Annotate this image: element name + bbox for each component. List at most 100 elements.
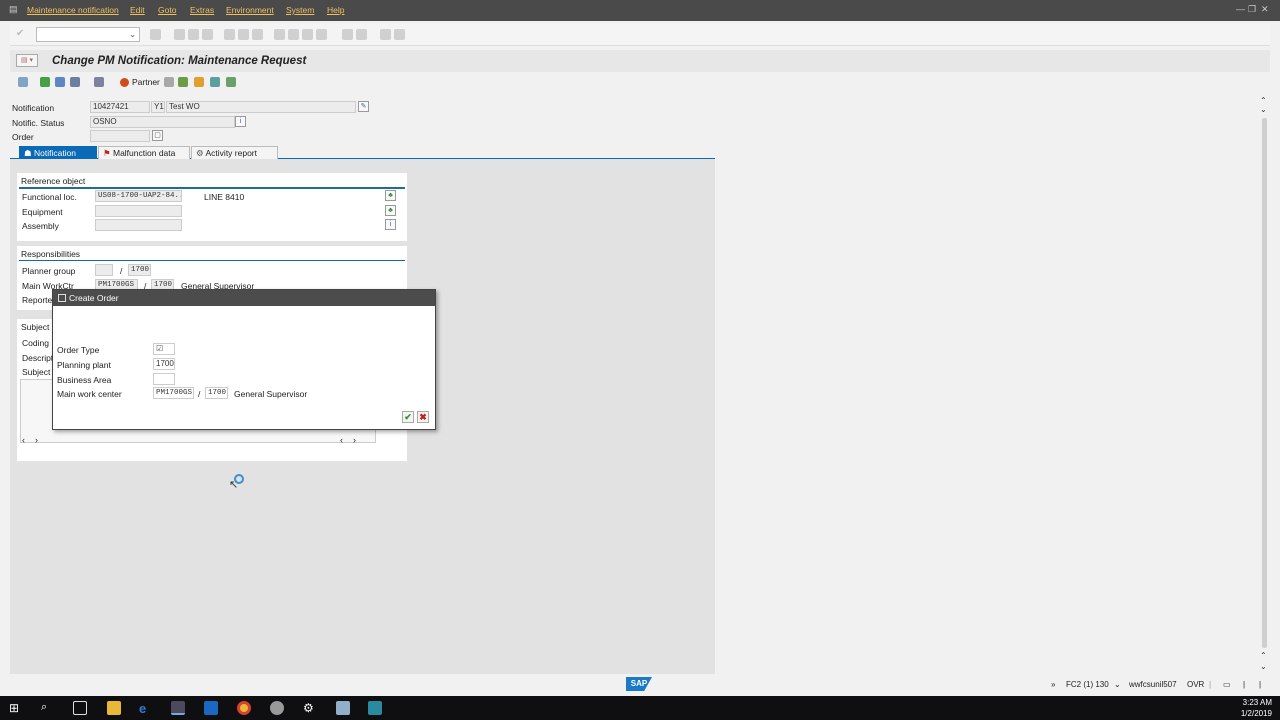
system-menu-icon[interactable]: ▤: [9, 4, 19, 14]
actions-icon[interactable]: [226, 77, 236, 87]
assembly-field[interactable]: [95, 219, 182, 231]
new-session-icon[interactable]: [342, 29, 353, 40]
tab-malfunction-data[interactable]: ⚑ Malfunction data: [98, 146, 190, 159]
document-icon[interactable]: [164, 77, 174, 87]
save-icon[interactable]: [150, 29, 161, 40]
reference-object-panel: Reference object Functional loc. US08-17…: [17, 173, 407, 241]
order-icon[interactable]: [178, 77, 188, 87]
vertical-scrollbar[interactable]: ⌃ ⌄ ⌃ ⌄: [1258, 96, 1270, 672]
notification-description-field[interactable]: Test WO: [166, 101, 356, 113]
tab-notification[interactable]: ☗ Notification: [19, 146, 97, 159]
refresh-icon[interactable]: [55, 77, 65, 87]
find-icon[interactable]: [238, 29, 249, 40]
find-next-icon[interactable]: [252, 29, 263, 40]
previous-page-icon[interactable]: [288, 29, 299, 40]
menu-maintenance-notification[interactable]: Maintenance notification: [27, 5, 119, 15]
notepad-icon[interactable]: [336, 701, 350, 715]
settings-gear-icon[interactable]: ⚙: [303, 701, 317, 715]
planning-plant-field[interactable]: 1700: [153, 358, 175, 370]
enter-icon[interactable]: ✔: [16, 28, 24, 39]
continue-button[interactable]: ✔: [402, 411, 414, 423]
shortcut-icon[interactable]: [356, 29, 367, 40]
structure-list-icon[interactable]: ♣: [385, 205, 396, 216]
business-area-field[interactable]: [153, 373, 175, 385]
menu-environment[interactable]: Environment: [226, 5, 274, 15]
edge-browser-icon[interactable]: e: [139, 701, 153, 716]
file-explorer-icon[interactable]: [107, 701, 121, 715]
display-icon[interactable]: [18, 77, 28, 87]
cancel-button[interactable]: ✖: [417, 411, 429, 423]
gui-options-icon[interactable]: ▤ ▾: [16, 54, 38, 67]
order-type-field[interactable]: ☑: [153, 343, 175, 355]
status-separator-icon: |: [1243, 680, 1246, 689]
app-icon[interactable]: [270, 701, 284, 715]
outlook-icon[interactable]: [204, 701, 218, 715]
maximize-icon[interactable]: ❐: [1248, 4, 1256, 15]
layout-menu-icon[interactable]: [394, 29, 405, 40]
menu-goto[interactable]: Goto: [158, 5, 176, 15]
menu-system[interactable]: System: [286, 5, 314, 15]
create-order-icon[interactable]: ▢: [152, 130, 163, 141]
search-icon[interactable]: ⌕: [41, 701, 55, 715]
expand-status-icon[interactable]: »: [1051, 680, 1055, 689]
scroll-up-icon[interactable]: ⌄: [1260, 105, 1267, 114]
lock-icon[interactable]: ▭: [1223, 680, 1231, 689]
print-icon[interactable]: [224, 29, 235, 40]
menu-help[interactable]: Help: [327, 5, 344, 15]
catalog-icon[interactable]: [94, 77, 104, 87]
chevron-down-icon[interactable]: ⌄: [129, 30, 136, 39]
tab-activity-report[interactable]: ⚙ Activity report: [191, 146, 278, 159]
back-icon[interactable]: [174, 29, 185, 40]
equipment-field[interactable]: [95, 205, 182, 217]
menu-extras[interactable]: Extras: [190, 5, 214, 15]
command-field[interactable]: ⌄: [36, 27, 140, 42]
sap-gui-icon[interactable]: [171, 701, 185, 715]
order-label: Order: [12, 132, 34, 142]
menu-edit[interactable]: Edit: [130, 5, 145, 15]
chevron-down-icon[interactable]: ⌄: [1114, 680, 1121, 689]
f4-help-icon[interactable]: ☑: [156, 344, 163, 353]
structure-icon[interactable]: [70, 77, 80, 87]
sun-icon[interactable]: [194, 77, 204, 87]
scroll-left-icon[interactable]: ‹: [340, 435, 343, 445]
dialog-title-bar[interactable]: Create Order: [53, 290, 435, 306]
scroll-up-icon[interactable]: ⌃: [1260, 651, 1267, 660]
dialog-title: Create Order: [69, 293, 119, 303]
scroll-right-icon[interactable]: ›: [353, 435, 356, 445]
order-field[interactable]: [90, 130, 150, 142]
taskbar-clock[interactable]: 3:23 AM 1/2/2019: [1241, 697, 1272, 719]
minimize-icon[interactable]: —: [1236, 4, 1245, 14]
title-bar: ▤ ▾ Change PM Notification: Maintenance …: [10, 50, 1270, 72]
info-icon[interactable]: i: [385, 219, 396, 230]
last-page-icon[interactable]: [316, 29, 327, 40]
close-icon[interactable]: ✕: [1261, 4, 1269, 15]
main-work-center-plant-field[interactable]: 1700: [205, 387, 228, 399]
next-page-icon[interactable]: [302, 29, 313, 40]
task-view-icon[interactable]: [73, 701, 87, 715]
flag-icon[interactable]: [40, 77, 50, 87]
scroll-up-icon[interactable]: ⌃: [1260, 96, 1267, 105]
sap-logon-icon[interactable]: [368, 701, 382, 715]
exit-icon[interactable]: [188, 29, 199, 40]
chrome-icon[interactable]: [237, 701, 251, 715]
status-info-icon[interactable]: i: [235, 116, 246, 127]
planner-group-field[interactable]: [95, 264, 113, 276]
scrollbar-thumb[interactable]: [1262, 118, 1267, 648]
main-work-center-field[interactable]: PM1700GS: [153, 387, 194, 399]
hierarchy-icon[interactable]: ♣: [385, 190, 396, 201]
windows-start-icon[interactable]: ⊞: [9, 701, 23, 715]
help-icon[interactable]: [380, 29, 391, 40]
partner-button[interactable]: Partner: [120, 77, 160, 88]
tasks-icon[interactable]: [210, 77, 220, 87]
edit-long-text-icon[interactable]: ✎: [358, 101, 369, 112]
notification-number-field: 10427421: [90, 101, 150, 113]
cancel-icon[interactable]: [202, 29, 213, 40]
busy-spinner-icon: [234, 474, 244, 484]
scroll-left-icon[interactable]: ‹: [22, 435, 25, 445]
scroll-down-icon[interactable]: ⌄: [1260, 662, 1267, 671]
scroll-right-icon[interactable]: ›: [35, 435, 38, 445]
planner-plant-field[interactable]: 1700: [128, 264, 151, 276]
system-info[interactable]: FC2 (1) 130: [1066, 680, 1109, 689]
first-page-icon[interactable]: [274, 29, 285, 40]
functional-loc-field[interactable]: US08-1700-UAP2-84..: [95, 190, 182, 202]
